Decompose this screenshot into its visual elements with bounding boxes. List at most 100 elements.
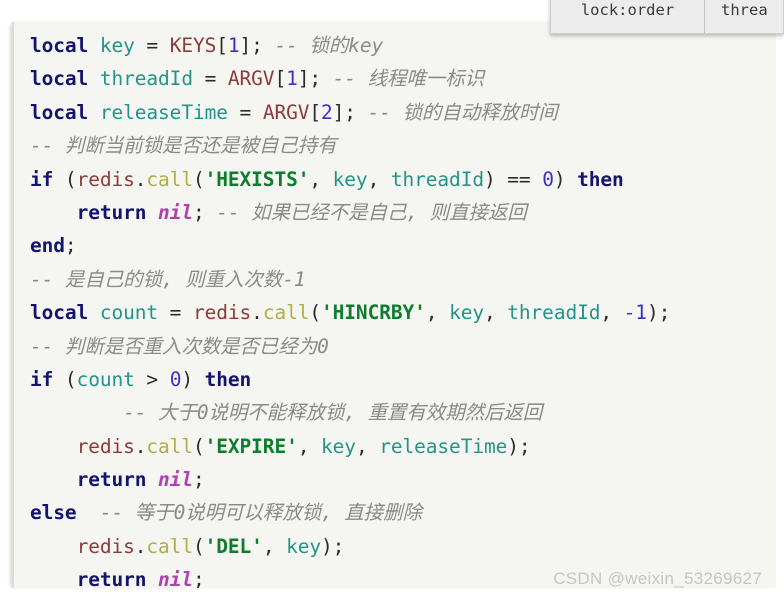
code-token-punc <box>146 568 158 588</box>
code-token-num: 1 <box>286 67 298 91</box>
code-token-punc: ; <box>192 568 205 588</box>
code-token-num: 1 <box>227 34 240 57</box>
code-token-punc: ( <box>53 367 77 391</box>
code-token-var: threadId <box>390 167 484 191</box>
code-token-punc: ; <box>192 200 217 224</box>
code-token-var: threadId <box>99 67 193 91</box>
code-token-var: key <box>286 534 322 558</box>
code-token-kw: return <box>76 200 147 224</box>
code-token-kw: local <box>30 100 89 124</box>
code-token-punc: = <box>227 100 263 124</box>
code-token-punc <box>146 468 158 491</box>
code-token-punc: ]; <box>297 67 333 91</box>
code-line: local threadId = ARGV[1]; -- 线程唯一标识 <box>30 62 776 95</box>
code-token-comment: -- 如果已经不是自己, 则直接返回 <box>216 200 527 224</box>
code-line: end; <box>30 229 776 262</box>
code-token-kw: then <box>204 367 252 391</box>
code-token-kw: local <box>30 301 89 325</box>
code-token-var: key <box>99 34 135 57</box>
code-line: -- 大于0说明不能释放锁, 重置有效期然后返回 <box>30 396 776 429</box>
code-token-obj: KEYS <box>169 34 217 57</box>
code-token-punc: ( <box>192 167 205 191</box>
code-lines: local key = KEYS[1]; -- 锁的key local threa… <box>14 22 776 588</box>
code-line: else -- 等于0说明可以释放锁, 直接删除 <box>30 496 776 529</box>
code-token-punc: = <box>134 34 170 57</box>
code-token-kw: local <box>30 67 89 91</box>
code-token-num: 0 <box>542 167 554 191</box>
overlay-cell-field[interactable]: threa <box>705 0 783 33</box>
code-token-num: 0 <box>169 367 182 391</box>
code-token-comment: -- 判断当前锁是否还是被自己持有 <box>30 134 337 158</box>
code-token-comment: -- 锁的自动释放时间 <box>367 100 558 124</box>
code-token-punc <box>77 501 100 524</box>
code-token-comment: -- 等于0说明可以释放锁, 直接删除 <box>99 501 422 525</box>
code-token-comment: -- 是自己的锁, 则重入次数-1 <box>30 267 306 291</box>
code-line: if (count > 0) then <box>30 363 776 396</box>
code-token-punc: . <box>134 167 147 191</box>
code-token-var: releaseTime <box>99 100 228 124</box>
code-token-kw: then <box>577 167 624 191</box>
overlay-cell-field-label: threa <box>721 0 768 19</box>
overlay-cell-key[interactable]: lock:order <box>551 0 705 33</box>
code-token-punc: . <box>134 534 147 558</box>
code-token-kw: return <box>76 468 147 492</box>
code-token-str: 'EXPIRE' <box>204 434 298 458</box>
code-token-var: count <box>76 367 135 391</box>
code-token-punc: , <box>262 534 287 558</box>
code-token-punc: ) == <box>483 167 543 191</box>
code-token-punc <box>88 301 100 324</box>
code-token-punc: ); <box>321 534 345 558</box>
code-token-kw: if <box>30 167 54 191</box>
code-token-punc <box>88 101 100 124</box>
code-token-nil: nil <box>158 568 193 588</box>
code-token-var: key <box>449 301 484 325</box>
code-token-comment: -- 线程唯一标识 <box>332 67 484 91</box>
code-token-obj: redis <box>76 534 135 558</box>
code-token-punc: ); <box>507 434 531 458</box>
code-token-comment: -- 判断是否重入次数是否已经为0 <box>30 334 329 358</box>
code-token-punc: [ <box>274 67 287 91</box>
code-token-punc: , <box>367 167 391 191</box>
code-line: return nil; -- 如果已经不是自己, 则直接返回 <box>30 196 776 229</box>
code-token-num: 2 <box>321 100 333 124</box>
code-token-punc <box>88 67 100 90</box>
code-token-obj: ARGV <box>262 100 310 124</box>
code-token-fn: call <box>146 534 193 558</box>
code-token-punc: ; <box>64 234 77 258</box>
code-line: -- 是自己的锁, 则重入次数-1 <box>30 263 776 296</box>
code-token-obj: ARGV <box>227 67 275 91</box>
code-line: local releaseTime = ARGV[2]; -- 锁的自动释放时间 <box>30 96 776 129</box>
code-token-punc: ( <box>53 167 77 191</box>
code-token-punc: , <box>355 434 380 458</box>
code-token-num: -1 <box>623 301 647 325</box>
watermark: CSDN @weixin_53269627 <box>553 569 762 588</box>
code-line: if (redis.call('HEXISTS', key, threadId)… <box>30 163 776 196</box>
code-token-fn: call <box>262 301 310 325</box>
code-token-punc: [ <box>309 100 322 124</box>
code-token-punc: = <box>158 301 193 325</box>
code-token-comment: -- 锁的key <box>274 34 384 57</box>
code-block[interactable]: local key = KEYS[1]; -- 锁的key local threa… <box>12 22 776 588</box>
code-token-punc: ) <box>553 167 578 191</box>
code-token-punc: , <box>309 167 333 191</box>
code-token-punc: ( <box>309 301 322 325</box>
code-token-punc: ]; <box>332 100 368 124</box>
code-token-var: releaseTime <box>379 434 508 458</box>
code-token-var: threadId <box>507 301 601 325</box>
code-token-comment: -- 大于0说明不能释放锁, 重置有效期然后返回 <box>123 401 543 425</box>
overlay-table-fragment: lock:order threa <box>550 0 784 34</box>
code-token-punc: ) <box>181 367 205 391</box>
code-token-punc: , <box>600 301 624 325</box>
code-token-punc: > <box>134 367 170 391</box>
code-line: -- 判断是否重入次数是否已经为0 <box>30 330 776 363</box>
code-token-punc <box>146 201 158 224</box>
code-token-punc: [ <box>216 34 228 57</box>
code-line: local count = redis.call('HINCRBY', key,… <box>30 296 776 329</box>
code-token-fn: call <box>146 167 193 191</box>
